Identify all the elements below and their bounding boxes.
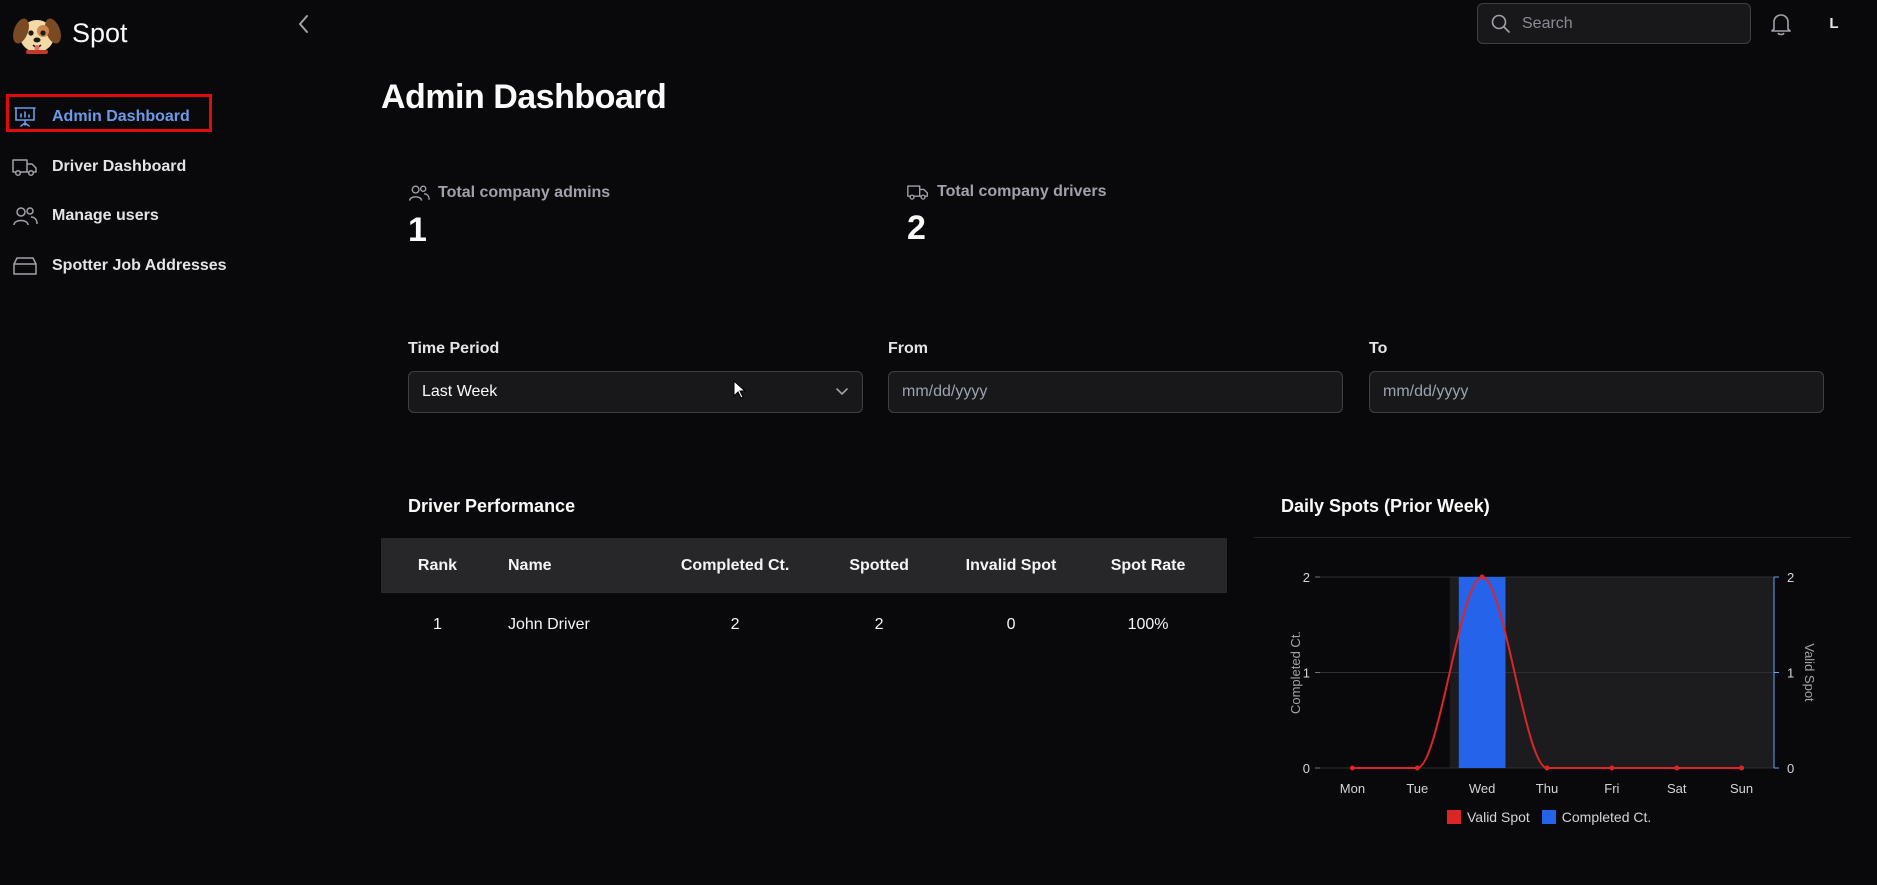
x-tick-label: Sat	[1667, 781, 1687, 796]
user-avatar[interactable]: L	[1822, 11, 1846, 35]
x-tick-label: Tue	[1406, 781, 1428, 796]
legend-label: Completed Ct.	[1561, 809, 1652, 825]
y2-tick-label: 0	[1787, 761, 1794, 776]
x-tick-label: Sun	[1730, 781, 1753, 796]
column-header[interactable]: Spotted	[805, 538, 953, 593]
stat-value: 2	[907, 209, 926, 247]
stat-label: Total company drivers	[937, 183, 1107, 200]
legend-label: Valid Spot	[1467, 809, 1530, 825]
chart-point	[1739, 765, 1745, 771]
y-tick-label: 1	[1303, 666, 1310, 681]
presentation-chart-icon	[12, 106, 38, 128]
column-header[interactable]: Name	[494, 538, 665, 593]
chart-point	[1544, 765, 1550, 771]
sidebar-item-label: Admin Dashboard	[52, 108, 190, 125]
table-cell: John Driver	[507, 615, 590, 633]
puppy-logo-icon	[13, 18, 61, 54]
legend-item-completed[interactable]: Completed Ct.	[1541, 809, 1652, 825]
column-header[interactable]: Rank	[381, 538, 494, 593]
y-tick-label: 0	[1303, 761, 1310, 776]
chart-legend: Valid Spot Completed Ct.	[1447, 809, 1651, 825]
chart-title: Daily Spots (Prior Week)	[1281, 496, 1490, 516]
y2-axis-label: Valid Spot	[1802, 643, 1817, 702]
to-date-placeholder: mm/dd/yyyy	[1383, 383, 1469, 400]
time-period-label: Time Period	[408, 340, 500, 357]
sidebar-item-label: Driver Dashboard	[52, 158, 187, 175]
column-header[interactable]: Invalid Spot	[953, 538, 1069, 593]
app-name: Spot	[72, 17, 128, 48]
search-box[interactable]	[1477, 3, 1751, 44]
x-tick-label: Mon	[1340, 781, 1365, 796]
archive-icon	[12, 255, 38, 277]
page-title: Admin Dashboard	[381, 78, 667, 116]
sidebar-item-label: Manage users	[52, 207, 159, 224]
table-cell: 1	[433, 615, 442, 633]
legend-swatch	[1447, 810, 1461, 824]
chart-point	[1479, 574, 1485, 580]
sidebar-item-spotter-job-addresses[interactable]: Spotter Job Addresses	[12, 255, 227, 277]
y-axis-label: Completed Ct.	[1288, 631, 1303, 714]
from-date-placeholder: mm/dd/yyyy	[902, 383, 988, 400]
table-row[interactable]: 1 John Driver 2 2 0 100%	[381, 593, 1227, 656]
y2-tick-label: 2	[1787, 570, 1794, 585]
chart-point	[1674, 765, 1680, 771]
from-label: From	[888, 340, 928, 357]
stat-value: 1	[408, 211, 427, 249]
stat-total-admins: Total company admins 1	[408, 183, 610, 250]
y2-tick-label: 1	[1787, 666, 1794, 681]
y-tick-label: 2	[1303, 570, 1310, 585]
driver-performance-title: Driver Performance	[408, 496, 576, 516]
truck-icon	[12, 156, 38, 178]
legend-swatch	[1541, 810, 1556, 824]
sidebar-item-driver-dashboard[interactable]: Driver Dashboard	[12, 156, 186, 178]
stat-total-drivers: Total company drivers 2	[907, 183, 1107, 248]
chart-point	[1414, 765, 1420, 771]
collapse-sidebar-button[interactable]	[296, 12, 312, 41]
bell-icon	[1771, 14, 1791, 36]
table-cell: 2	[730, 615, 740, 633]
table-cell: 100%	[1127, 615, 1169, 633]
column-header[interactable]: Spot Rate	[1069, 538, 1227, 593]
chevron-left-icon	[299, 15, 308, 33]
chart-point	[1349, 765, 1355, 771]
search-input[interactable]	[1520, 13, 1744, 34]
to-label: To	[1369, 340, 1388, 357]
users-icon	[409, 185, 430, 201]
time-period-value: Last Week	[422, 383, 498, 400]
x-tick-label: Thu	[1536, 781, 1558, 796]
sidebar-item-admin-dashboard[interactable]: Admin Dashboard	[12, 106, 190, 128]
mouse-cursor-icon	[733, 380, 747, 399]
legend-item-valid-spot[interactable]: Valid Spot	[1447, 809, 1530, 825]
x-tick-label: Wed	[1469, 781, 1496, 796]
sidebar-item-label: Spotter Job Addresses	[52, 257, 227, 274]
truck-icon	[907, 185, 928, 200]
notifications-button[interactable]	[1770, 11, 1792, 42]
table-header-row: Rank Name Completed Ct. Spotted Invalid …	[381, 538, 1227, 593]
sidebar-item-manage-users[interactable]: Manage users	[12, 205, 159, 227]
chevron-down-icon	[836, 388, 848, 396]
app-logo[interactable]: Spot	[10, 9, 128, 57]
x-tick-label: Fri	[1604, 781, 1619, 796]
table-cell: 2	[874, 615, 884, 633]
table-cell: 0	[1006, 615, 1016, 633]
time-period-select[interactable]: Last Week	[408, 371, 863, 413]
search-icon	[1491, 14, 1510, 33]
chart-point	[1609, 765, 1615, 771]
users-icon	[12, 205, 38, 227]
driver-performance-table: Rank Name Completed Ct. Spotted Invalid …	[381, 538, 1227, 656]
column-header[interactable]: Completed Ct.	[665, 538, 805, 593]
to-date-field[interactable]: mm/dd/yyyy	[1369, 371, 1824, 413]
from-date-field[interactable]: mm/dd/yyyy	[888, 371, 1343, 413]
stat-label: Total company admins	[438, 184, 611, 201]
